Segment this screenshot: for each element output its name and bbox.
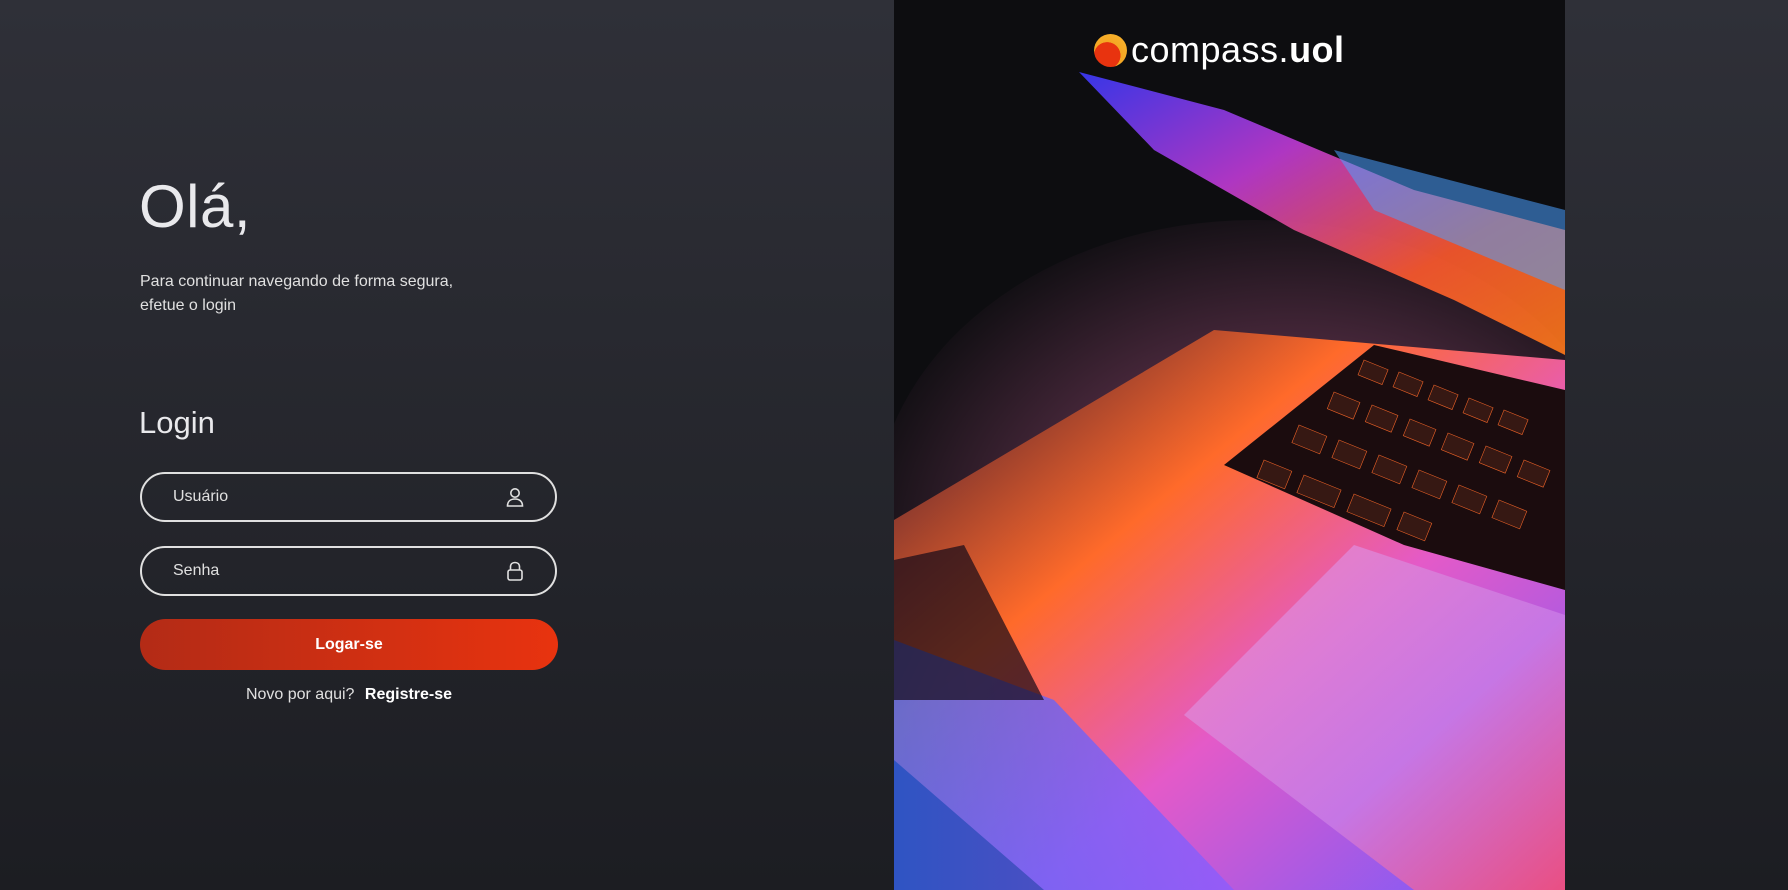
login-title: Login — [139, 405, 215, 440]
subtitle-line-2: efetue o login — [140, 297, 237, 314]
username-input[interactable] — [171, 487, 505, 507]
password-field[interactable] — [140, 546, 557, 596]
username-field[interactable] — [140, 472, 557, 522]
user-icon — [505, 487, 525, 507]
subtitle-line-1: Para continuar navegando de forma segura… — [140, 273, 454, 290]
password-input[interactable] — [171, 561, 505, 581]
brand-name-part2: uol — [1289, 29, 1345, 70]
laptop-keyboard-photo — [894, 0, 1565, 890]
register-prompt: Novo por aqui? Registre-se — [140, 686, 558, 704]
brand-name-part1: compass. — [1131, 29, 1290, 70]
register-prompt-text: Novo por aqui? — [245, 686, 355, 703]
lock-icon — [505, 561, 525, 581]
login-page: Olá, Para continuar navegando de forma s… — [0, 0, 1788, 890]
compass-uol-logo-icon — [1094, 33, 1127, 67]
login-button[interactable]: Logar-se — [140, 619, 558, 670]
register-link[interactable]: Registre-se — [365, 686, 452, 703]
greeting-heading: Olá, — [139, 173, 252, 240]
login-panel: Olá, Para continuar navegando de forma s… — [0, 0, 894, 890]
brand-logo: compass.uol — [1094, 28, 1345, 72]
greeting-subtitle: Para continuar navegando de forma segura… — [140, 270, 520, 318]
brand-name: compass.uol — [1131, 32, 1345, 68]
